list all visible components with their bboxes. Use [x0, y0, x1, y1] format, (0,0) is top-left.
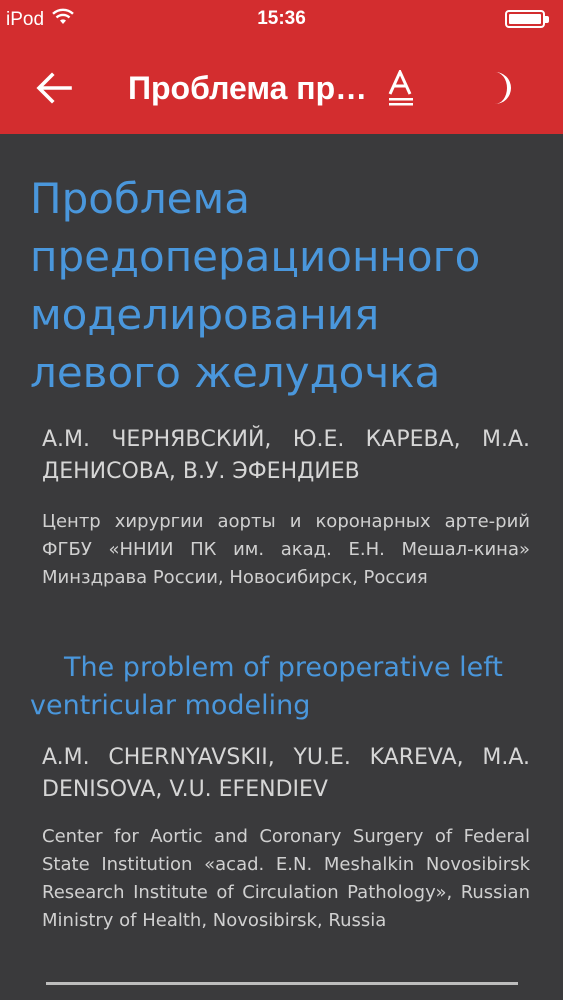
moon-icon — [495, 72, 511, 104]
battery-fill — [509, 14, 541, 24]
toolbar-title: Проблема предоперационного моделирования… — [128, 70, 378, 106]
affiliation-ru: Центр хирургии аорты и коронарных арте-р… — [42, 511, 530, 588]
battery-icon — [505, 10, 549, 28]
font-size-button[interactable] — [383, 62, 419, 114]
app-toolbar: Проблема предоперационного моделирования… — [0, 40, 563, 134]
article-title-ru: Проблема предоперационного моделирования… — [30, 174, 481, 397]
affiliation-en: Center for Aortic and Coronary Surgery o… — [42, 826, 530, 931]
font-size-icon — [388, 70, 413, 106]
authors-ru: А.М. ЧЕРНЯВСКИЙ, Ю.Е. КАРЕВА, М.А. ДЕНИС… — [42, 427, 530, 484]
authors-en: A.M. CHERNYAVSKII, YU.E. KAREVA, M.A. DE… — [42, 745, 530, 802]
arrow-left-icon — [36, 72, 72, 104]
back-button[interactable] — [28, 62, 80, 114]
status-time: 15:36 — [257, 8, 306, 29]
status-bar: iPod 15:36 — [0, 0, 563, 40]
article-title-en: The problem of preoperative left ventric… — [30, 652, 503, 721]
night-mode-button[interactable] — [478, 62, 522, 114]
article-content[interactable]: Проблема предоперационного моделирования… — [0, 134, 563, 1000]
section-divider — [46, 982, 518, 985]
